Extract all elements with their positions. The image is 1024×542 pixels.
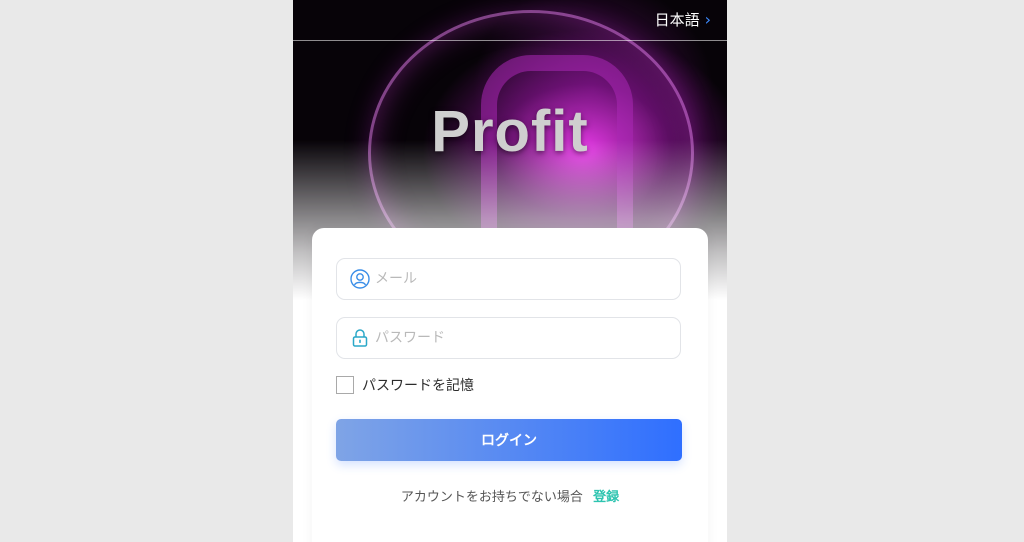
signup-prompt: アカウントをお持ちでない場合 登録 — [312, 486, 708, 505]
header-divider — [293, 40, 727, 41]
email-input[interactable] — [375, 271, 665, 287]
chevron-right-icon: › — [704, 9, 711, 29]
signup-prompt-text: アカウントをお持ちでない場合 — [400, 490, 583, 505]
login-screen: 日本語 › Profit メール パスワードを記憶 ログイン アカウントをお持ち… — [293, 0, 727, 542]
user-icon — [349, 268, 371, 290]
lock-icon — [349, 327, 371, 349]
login-button[interactable]: ログイン — [336, 419, 682, 461]
register-link[interactable]: 登録 — [593, 490, 619, 505]
brand-title: Profit — [431, 99, 589, 164]
language-label: 日本語 — [654, 11, 700, 29]
remember-password-checkbox[interactable] — [336, 376, 354, 394]
email-field[interactable] — [336, 258, 681, 300]
login-card: パスワードを記憶 ログイン アカウントをお持ちでない場合 登録 — [312, 228, 708, 542]
remember-password-label[interactable]: パスワードを記憶 — [362, 375, 474, 395]
password-field[interactable] — [336, 317, 681, 359]
language-selector[interactable]: 日本語 › — [655, 9, 711, 30]
password-input[interactable] — [375, 330, 665, 346]
remember-password-row: パスワードを記憶 — [336, 375, 474, 395]
